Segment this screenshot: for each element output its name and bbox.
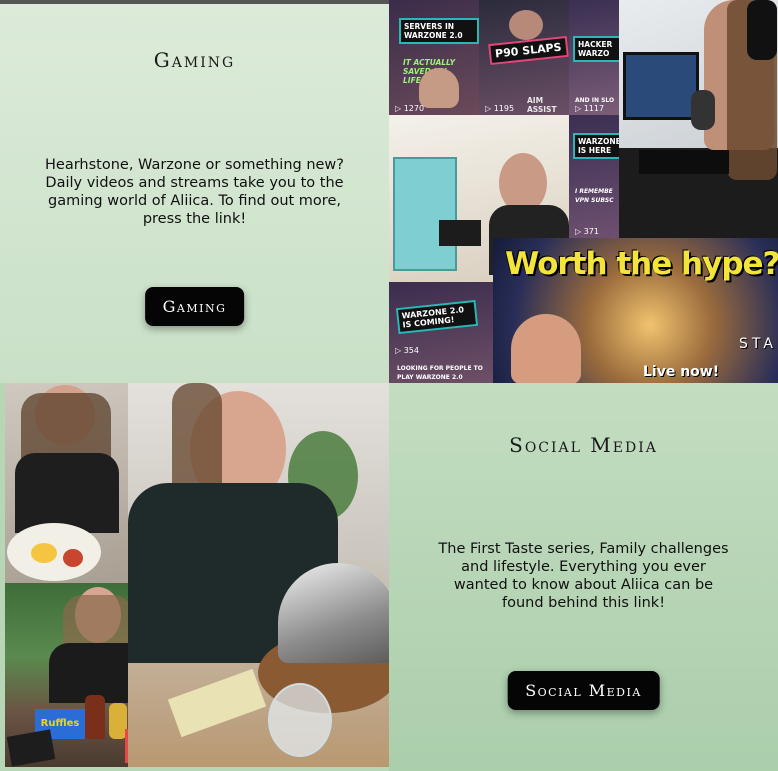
streamer-face xyxy=(419,68,459,108)
video-thumbnail[interactable]: Servers in Warzone 2.0 It actually saved… xyxy=(389,0,479,115)
egg xyxy=(31,543,57,563)
gaming-description: Hearhstone, Warzone or something new? Da… xyxy=(45,157,344,227)
stream-title: Worth the hype? xyxy=(505,246,778,282)
social-media-button[interactable]: Social Media xyxy=(507,671,660,710)
breakfast-photo xyxy=(5,383,128,583)
social-description: The First Taste series, Family challenge… xyxy=(438,541,729,611)
gpu xyxy=(439,220,481,246)
social-heading: Social Media xyxy=(509,433,658,457)
glass xyxy=(268,683,332,757)
thumbnail-title: Warzone 2.0 is coming! xyxy=(395,299,479,335)
gaming-button[interactable]: Gaming xyxy=(144,287,245,326)
builder-head xyxy=(499,153,547,213)
stream-thumbnail[interactable]: Worth the hype? Live now! STA xyxy=(493,238,778,383)
view-count: ▷ 371 xyxy=(575,227,599,236)
streamer-face xyxy=(511,314,581,383)
social-collage: Ruffles xyxy=(5,383,389,767)
gaming-heading: Gaming xyxy=(153,48,236,72)
stream-side-text: STA xyxy=(739,336,777,352)
keyboard xyxy=(639,150,729,174)
thumbnail-title: Servers in Warzone 2.0 xyxy=(399,18,479,44)
social-panel: Social Media The First Taste series, Fam… xyxy=(389,383,778,771)
streamer-desk-photo xyxy=(619,0,778,238)
video-thumbnail[interactable]: Warzone 2.0 is coming! ▷ 354 Looking for… xyxy=(389,282,493,383)
gaming-collage: Servers in Warzone 2.0 It actually saved… xyxy=(389,0,778,383)
thumbnail-subtitle: Looking for people to play Warzone 2.0 xyxy=(397,365,483,381)
view-count: ▷ 1270 xyxy=(395,104,425,113)
thumbnail-title: Warzone is here xyxy=(573,133,619,159)
chips-box xyxy=(6,729,56,767)
video-thumbnail[interactable]: Hacker Warzo And in slo ▷ 1117 xyxy=(569,0,619,115)
thumbnail-title: Hacker Warzo xyxy=(573,36,619,62)
view-count: ▷ 354 xyxy=(395,346,419,355)
tomato xyxy=(63,549,83,567)
headphones-icon xyxy=(747,0,777,60)
thumbnail-subtitle: I remembe VPN subsc xyxy=(575,188,614,204)
live-badge: Live now! xyxy=(643,364,720,380)
thumbnail-title: P90 Slaps xyxy=(488,35,569,66)
sauce-bottle xyxy=(85,695,105,739)
view-count: ▷ 1195 xyxy=(485,104,515,113)
person-shirt xyxy=(15,453,119,533)
thumbnail-subtitle: Aim assist xyxy=(527,96,557,114)
napkin xyxy=(167,668,267,738)
monitor xyxy=(623,52,699,120)
microphone-icon xyxy=(691,90,715,130)
streamer-face xyxy=(509,10,543,40)
cloche-photo xyxy=(128,383,389,767)
pc-case xyxy=(393,157,457,271)
video-thumbnail[interactable]: Warzone is here I remembe VPN subsc ▷ 37… xyxy=(569,115,619,238)
video-thumbnail[interactable]: P90 Slaps Aim assist ▷ 1195 xyxy=(479,0,569,115)
gaming-panel: Gaming Hearhstone, Warzone or something … xyxy=(0,4,389,383)
view-count: ▷ 1117 xyxy=(575,104,605,113)
